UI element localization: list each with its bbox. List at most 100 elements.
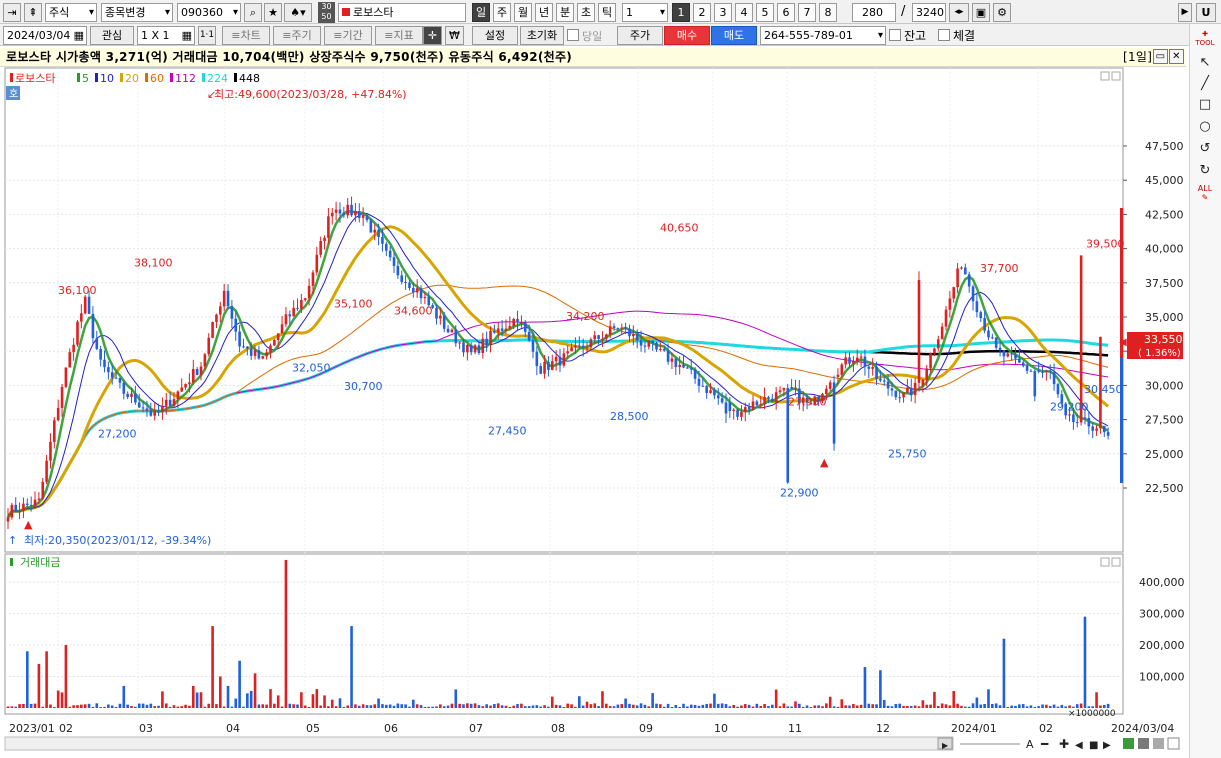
- save-image-icon[interactable]: [1138, 738, 1149, 749]
- candle-body: [134, 393, 137, 403]
- period-week[interactable]: 주: [493, 3, 511, 22]
- executed-checkbox[interactable]: [938, 29, 950, 41]
- redo-icon[interactable]: ↻: [1194, 162, 1216, 180]
- volume-bar: [1018, 704, 1021, 708]
- bar-count-input[interactable]: 280: [852, 3, 896, 22]
- volume-bar: [925, 704, 929, 708]
- stock-name-field[interactable]: 로보스타: [338, 3, 466, 22]
- candle-body: [678, 364, 681, 368]
- period-tick[interactable]: 틱: [598, 3, 616, 22]
- crosshair-icon[interactable]: ✛: [423, 26, 442, 45]
- candle-body: [705, 386, 708, 393]
- preset-5[interactable]: 5: [756, 3, 774, 22]
- settings-button[interactable]: 설정: [472, 26, 518, 45]
- preset-4[interactable]: 4: [735, 3, 753, 22]
- volume-bar: [157, 705, 160, 708]
- candle-body: [10, 504, 14, 518]
- pointer-icon[interactable]: ↖: [1194, 54, 1216, 72]
- undo-icon[interactable]: ↺: [1194, 140, 1216, 158]
- candle-body: [261, 356, 265, 359]
- candle-body: [732, 409, 736, 412]
- top-icon[interactable]: ⇞: [24, 3, 42, 22]
- stock-code-input[interactable]: 090360: [177, 3, 241, 22]
- next-icon[interactable]: ▶: [1103, 740, 1111, 751]
- erase-all-icon[interactable]: ALL ✎: [1194, 184, 1216, 202]
- circle-icon[interactable]: ○: [1194, 118, 1216, 136]
- period-menu[interactable]: ≡기간: [324, 26, 372, 45]
- indicator-menu[interactable]: ≡지표: [375, 26, 423, 45]
- volume-bar: [693, 704, 697, 708]
- scroll-right-icon[interactable]: ▶: [942, 741, 949, 750]
- volume-bar: [1060, 704, 1064, 708]
- change-item-select[interactable]: 종목변경: [101, 3, 173, 22]
- candle-body: [246, 346, 249, 349]
- preset-8[interactable]: 8: [819, 3, 837, 22]
- watch-button[interactable]: 관심: [90, 26, 134, 45]
- one-one-button[interactable]: 1·1: [198, 26, 216, 45]
- peak-label: 25,750: [888, 448, 927, 461]
- volume-bar: [496, 703, 500, 708]
- tool-toggle-icon[interactable]: ✚ TOOL: [1194, 30, 1216, 48]
- cycle-menu[interactable]: ≡주기: [273, 26, 321, 45]
- save-icon[interactable]: ▣: [972, 3, 990, 22]
- sell-button[interactable]: 매도: [711, 26, 757, 45]
- won-button[interactable]: ₩: [445, 26, 464, 45]
- peak-label: 22,900: [780, 487, 819, 500]
- gear-icon[interactable]: ⚙: [993, 3, 1011, 22]
- preset-7[interactable]: 7: [798, 3, 816, 22]
- stop-icon[interactable]: ■: [1089, 740, 1098, 751]
- expand-icon[interactable]: [1167, 737, 1180, 750]
- line-icon[interactable]: ╱: [1194, 75, 1216, 93]
- preset-3[interactable]: 3: [714, 3, 732, 22]
- preset-1[interactable]: 1: [672, 3, 690, 22]
- market-select[interactable]: 주식: [45, 3, 97, 22]
- rectangle-icon[interactable]: □: [1194, 96, 1216, 114]
- preset-2[interactable]: 2: [693, 3, 711, 22]
- date-input[interactable]: 2024/03/04 ▦: [3, 26, 87, 45]
- print-icon[interactable]: [1153, 738, 1164, 749]
- zoom-in-icon[interactable]: ✚: [1059, 737, 1069, 751]
- zoom-out-icon[interactable]: ━: [1040, 737, 1049, 751]
- star-icon[interactable]: ★: [264, 3, 282, 22]
- volume-bar: [199, 692, 203, 708]
- search-icon[interactable]: ⌕: [244, 3, 262, 22]
- price-button[interactable]: 주가: [617, 26, 663, 45]
- period-minute[interactable]: 분: [556, 3, 574, 22]
- volume-bar: [686, 706, 689, 708]
- layout-field[interactable]: 1 X 1 ▦: [137, 26, 195, 45]
- candle-body: [593, 335, 597, 340]
- candle-body: [670, 358, 674, 362]
- same-day-checkbox[interactable]: [567, 29, 579, 41]
- price-chart[interactable]: 47,50045,00042,50040,00037,50035,00032,5…: [0, 48, 1186, 758]
- horizontal-scrollbar[interactable]: [4, 736, 954, 751]
- chart-menu[interactable]: ≡차트: [222, 26, 270, 45]
- period-day[interactable]: 일: [472, 3, 490, 22]
- account-select[interactable]: 264-555-789-01: [760, 26, 886, 45]
- scroll-all-icon[interactable]: ◂▸: [949, 3, 969, 22]
- auto-scale-icon[interactable]: A: [1026, 738, 1034, 751]
- volume-bar: [724, 704, 728, 708]
- volume-bar: [95, 703, 99, 708]
- candle-body: [967, 274, 971, 287]
- play-icon[interactable]: ▶: [1178, 3, 1192, 22]
- pin-icon[interactable]: ⇥: [3, 3, 21, 22]
- balance-checkbox[interactable]: [889, 29, 901, 41]
- prev-icon[interactable]: ◀: [1075, 740, 1083, 751]
- spade-icon[interactable]: ♠▾: [284, 3, 312, 22]
- preset-6[interactable]: 6: [777, 3, 795, 22]
- candle-body: [767, 397, 770, 399]
- user-button[interactable]: U: [1196, 3, 1216, 22]
- candle-body: [164, 399, 168, 406]
- period-second[interactable]: 초: [577, 3, 595, 22]
- volume-bar: [597, 706, 600, 708]
- volume-bar: [14, 706, 18, 708]
- period-month[interactable]: 월: [514, 3, 532, 22]
- reset-button[interactable]: 초기화: [520, 26, 564, 45]
- code-box-icon[interactable]: 30 50: [318, 2, 335, 23]
- excel-icon[interactable]: [1123, 738, 1134, 749]
- volume-bar: [751, 706, 755, 708]
- interval-select[interactable]: 1 ▾: [622, 3, 668, 22]
- candle-body: [1018, 358, 1021, 363]
- buy-button[interactable]: 매수: [664, 26, 710, 45]
- period-year[interactable]: 년: [535, 3, 553, 22]
